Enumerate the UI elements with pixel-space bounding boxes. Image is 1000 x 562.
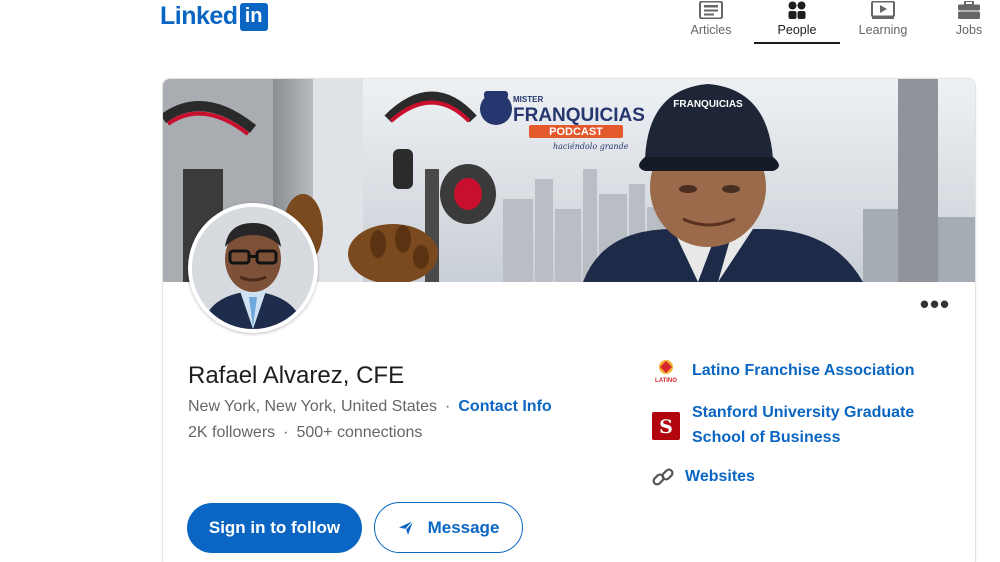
nav-label: People: [777, 23, 817, 37]
nav-jobs[interactable]: Jobs: [926, 0, 1000, 44]
linkedin-logo[interactable]: Linked in: [160, 2, 268, 31]
link-icon: [652, 468, 674, 486]
top-nav: Articles People Learning Jobs: [668, 0, 1000, 44]
message-button[interactable]: Message: [374, 502, 523, 553]
profile-stats: 2K followers · 500+ connections: [188, 424, 422, 442]
profile-photo[interactable]: [188, 203, 318, 333]
nav-label: Articles: [690, 23, 732, 37]
stanford-logo-icon: S: [652, 412, 680, 440]
websites-label: Websites: [685, 468, 755, 485]
cap-text: FRANQUICIAS: [673, 99, 743, 110]
profile-location: New York, New York, United States: [188, 398, 438, 415]
learning-icon: [871, 1, 895, 19]
nav-label: Learning: [858, 23, 908, 37]
brand-tagline: haciéndolo grande: [553, 142, 629, 151]
stanford-logo-text: S: [659, 416, 673, 438]
latino-logo-text: LATINO: [655, 378, 677, 384]
org-stanford-gsb[interactable]: S Stanford University Graduate School of…: [652, 400, 952, 450]
websites-link[interactable]: Websites: [652, 464, 952, 489]
org-name: Latino Franchise Association: [692, 362, 915, 379]
separator: ·: [283, 424, 289, 441]
nav-articles[interactable]: Articles: [668, 0, 754, 44]
followers-count: 2K followers: [188, 424, 276, 441]
people-icon: [788, 1, 806, 19]
connections-count: 500+ connections: [296, 424, 423, 441]
profile-name: Rafael Alvarez, CFE: [188, 362, 405, 389]
more-options-button[interactable]: •••: [917, 290, 953, 318]
contact-info-link[interactable]: Contact Info: [458, 398, 551, 415]
org-name: Stanford University Graduate School of B…: [692, 404, 915, 446]
brand-name: FRANQUICIAS: [513, 105, 645, 126]
logo-box: in: [239, 2, 268, 31]
latino-franchise-logo-icon: LATINO: [652, 358, 680, 386]
brand-small: MISTER: [513, 95, 543, 104]
separator: ·: [445, 398, 451, 415]
jobs-icon: [958, 1, 980, 19]
profile-location-line: New York, New York, United States · Contac…: [188, 398, 552, 416]
nav-people[interactable]: People: [754, 0, 840, 44]
nav-label: Jobs: [955, 23, 983, 37]
org-latino-franchise-association[interactable]: LATINO Latino Franchise Association: [652, 358, 952, 386]
logo-text: Linked: [160, 2, 238, 30]
message-label: Message: [427, 517, 500, 537]
nav-learning[interactable]: Learning: [840, 0, 926, 44]
sign-in-to-follow-button[interactable]: Sign in to follow: [187, 503, 362, 553]
send-icon: [398, 520, 414, 535]
brand-badge: PODCAST: [549, 126, 603, 138]
profile-links: LATINO Latino Franchise Association S St…: [652, 358, 952, 503]
articles-icon: [699, 1, 723, 19]
